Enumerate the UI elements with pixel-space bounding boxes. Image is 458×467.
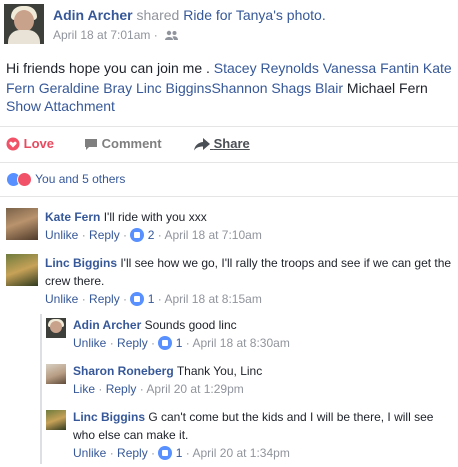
unlike-link[interactable]: Unlike bbox=[73, 336, 106, 350]
reactions-summary[interactable]: You and 5 others bbox=[6, 172, 125, 187]
separator: · bbox=[147, 336, 159, 350]
divider bbox=[0, 196, 458, 197]
separator: · bbox=[106, 446, 118, 460]
tag-linc-biggins[interactable]: Linc Biggins bbox=[136, 80, 212, 96]
heart-icon bbox=[6, 137, 20, 151]
separator: · bbox=[95, 382, 106, 396]
author-avatar[interactable] bbox=[4, 4, 44, 44]
shared-target-suffix[interactable]: 's photo. bbox=[273, 7, 326, 23]
replier-name[interactable]: Linc Biggins bbox=[73, 410, 145, 424]
separator: · bbox=[136, 382, 147, 396]
replier-avatar[interactable] bbox=[46, 364, 66, 384]
separator: · bbox=[78, 228, 90, 242]
share-arrow-icon bbox=[194, 138, 210, 151]
separator: · bbox=[119, 228, 131, 242]
love-label: Love bbox=[23, 136, 54, 151]
separator: · bbox=[182, 336, 193, 350]
replier-avatar[interactable] bbox=[46, 410, 66, 430]
reply-text: Thank You, Linc bbox=[176, 364, 263, 378]
reply-text: Sounds good linc bbox=[144, 318, 237, 332]
reply-link[interactable]: Reply bbox=[106, 382, 137, 396]
unlike-link[interactable]: Unlike bbox=[45, 228, 78, 242]
reactions-summary-text: You and 5 others bbox=[35, 172, 126, 186]
unlike-link[interactable]: Unlike bbox=[45, 292, 78, 306]
post-text-prefix: Hi friends hope you can join me . bbox=[6, 60, 214, 76]
separator: · bbox=[78, 292, 90, 306]
comment-body: Kate Fern I'll ride with you xxx bbox=[45, 208, 207, 226]
love-button[interactable]: Love bbox=[6, 136, 54, 151]
meta-separator: · bbox=[153, 28, 158, 42]
commenter-avatar[interactable] bbox=[6, 254, 38, 286]
love-reaction-icon bbox=[17, 172, 32, 187]
separator: · bbox=[147, 446, 159, 460]
reply-timestamp[interactable]: April 18 at 8:30am bbox=[192, 336, 289, 350]
separator: · bbox=[154, 228, 165, 242]
tag-shannon-shags-blair[interactable]: Shannon Shags Blair bbox=[211, 80, 343, 96]
unlike-link[interactable]: Unlike bbox=[73, 446, 106, 460]
comment-label: Comment bbox=[101, 136, 162, 151]
like-count-icon bbox=[130, 292, 145, 306]
reply-timestamp[interactable]: April 20 at 1:29pm bbox=[146, 382, 243, 396]
commenter-name[interactable]: Linc Biggins bbox=[45, 256, 117, 270]
post-headline: Adin Archer shared Ride for Tanya's phot… bbox=[53, 7, 326, 23]
comment-item: Kate Fern I'll ride with you xxx Unlike … bbox=[6, 208, 454, 248]
comment-links: Unlike · Reply · 2 · April 18 at 7:10am bbox=[45, 228, 262, 242]
replier-avatar[interactable] bbox=[46, 318, 66, 338]
shared-text: shared bbox=[136, 7, 180, 23]
separator: · bbox=[154, 292, 165, 306]
post-meta: April 18 at 7:01am · bbox=[53, 28, 179, 42]
reply-item: Sharon Roneberg Thank You, Linc Like · R… bbox=[46, 362, 454, 402]
reply-body: Linc Biggins G can't come but the kids a… bbox=[73, 408, 453, 444]
like-link[interactable]: Like bbox=[73, 382, 95, 396]
tag-stacey-reynolds[interactable]: Stacey Reynolds bbox=[214, 60, 319, 76]
shared-target-link[interactable]: Ride for Tanya bbox=[183, 7, 273, 23]
post-text-suffix: Michael Fern bbox=[346, 80, 428, 96]
reply-link[interactable]: Reply bbox=[89, 228, 120, 242]
post-timestamp[interactable]: April 18 at 7:01am bbox=[53, 28, 150, 42]
share-label: Share bbox=[213, 136, 250, 151]
reply-item: Adin Archer Sounds good linc Unlike · Re… bbox=[46, 316, 454, 356]
comment-item: Linc Biggins I'll see how we go, I'll ra… bbox=[6, 254, 454, 310]
reply-timestamp[interactable]: April 20 at 1:34pm bbox=[192, 446, 289, 460]
reply-links: Unlike · Reply · 1 · April 18 at 8:30am bbox=[73, 336, 290, 350]
reply-links: Like · Reply · April 20 at 1:29pm bbox=[73, 382, 244, 396]
like-count-icon bbox=[130, 228, 145, 242]
post-text: Hi friends hope you can join me . Stacey… bbox=[6, 58, 456, 98]
separator: · bbox=[106, 336, 118, 350]
comment-button[interactable]: Comment bbox=[84, 136, 162, 151]
reply-link[interactable]: Reply bbox=[89, 292, 120, 306]
post-header: Adin Archer shared Ride for Tanya's phot… bbox=[4, 4, 454, 48]
separator: · bbox=[119, 292, 131, 306]
comment-links: Unlike · Reply · 1 · April 18 at 8:15am bbox=[45, 292, 262, 306]
reply-links: Unlike · Reply · 1 · April 20 at 1:34pm bbox=[73, 446, 290, 460]
commenter-name[interactable]: Kate Fern bbox=[45, 210, 100, 224]
comment-timestamp[interactable]: April 18 at 7:10am bbox=[164, 228, 261, 242]
comment-icon bbox=[85, 139, 97, 150]
show-attachment-link[interactable]: Show Attachment bbox=[6, 98, 115, 114]
reply-body: Adin Archer Sounds good linc bbox=[73, 316, 237, 334]
author-name-link[interactable]: Adin Archer bbox=[53, 7, 133, 23]
divider bbox=[0, 162, 458, 163]
replier-name[interactable]: Adin Archer bbox=[73, 318, 141, 332]
separator: · bbox=[182, 446, 193, 460]
comment-timestamp[interactable]: April 18 at 8:15am bbox=[164, 292, 261, 306]
reply-body: Sharon Roneberg Thank You, Linc bbox=[73, 362, 262, 380]
tag-geraldine-bray[interactable]: Geraldine Bray bbox=[39, 80, 132, 96]
commenter-avatar[interactable] bbox=[6, 208, 38, 240]
like-count-icon bbox=[158, 446, 173, 460]
divider bbox=[0, 126, 458, 127]
reply-link[interactable]: Reply bbox=[117, 446, 148, 460]
comment-text: I'll ride with you xxx bbox=[103, 210, 207, 224]
tag-vanessa-fantin[interactable]: Vanessa Fantin bbox=[323, 60, 419, 76]
replier-name[interactable]: Sharon Roneberg bbox=[73, 364, 174, 378]
like-count-icon bbox=[158, 336, 173, 350]
share-button[interactable]: Share bbox=[194, 136, 250, 151]
reply-item: Linc Biggins G can't come but the kids a… bbox=[46, 408, 454, 464]
reply-thread-line bbox=[40, 314, 42, 464]
comment-body: Linc Biggins I'll see how we go, I'll ra… bbox=[45, 254, 453, 290]
reply-link[interactable]: Reply bbox=[117, 336, 148, 350]
friends-icon[interactable] bbox=[165, 30, 179, 40]
